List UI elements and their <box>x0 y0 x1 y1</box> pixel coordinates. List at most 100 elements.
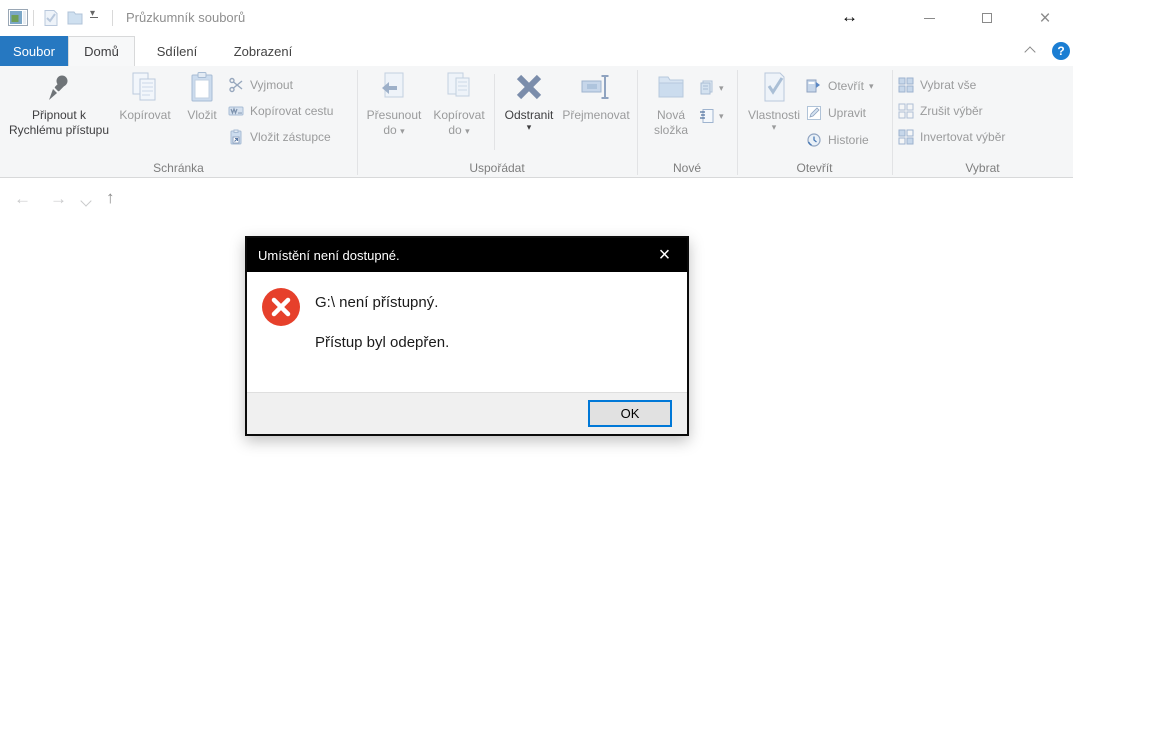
dropdown-caret-icon: ▾ <box>719 83 724 93</box>
edit-button[interactable]: Upravit <box>806 99 874 126</box>
new-folder-button[interactable]: Nová složka <box>645 70 697 138</box>
group-open: Vlastnosti ▾ Otevřít ▾ Upravit Historie … <box>737 66 892 178</box>
tab-label: Domů <box>84 44 119 59</box>
tab-label: Sdílení <box>156 43 198 59</box>
copy-path-button[interactable]: Kopírovat cestu <box>228 98 333 124</box>
button-label: Odstranit <box>504 108 554 122</box>
rename-button[interactable]: Přejmenovat <box>558 70 634 123</box>
qat-folder-icon[interactable] <box>66 9 84 27</box>
error-dialog: Umístění není dostupné. × G:\ není příst… <box>245 236 689 436</box>
dropdown-caret-icon: ▾ <box>526 122 532 132</box>
help-button[interactable]: ? <box>1052 42 1070 60</box>
button-label: Kopírovat do <box>433 108 485 137</box>
dropdown-caret-icon: ▾ <box>400 126 405 136</box>
collapse-ribbon-button[interactable] <box>1024 44 1044 58</box>
history-button[interactable]: Historie <box>806 126 874 153</box>
tab-label: Soubor <box>13 43 55 59</box>
tab-file[interactable]: Soubor <box>0 36 68 66</box>
ok-button[interactable]: OK <box>588 400 672 427</box>
button-label: Invertovat výběr <box>920 130 1006 144</box>
button-label: Přesunout do <box>366 108 422 137</box>
group-organize: Přesunout do ▾ Kopírovat do ▾ Odstranit … <box>357 66 637 178</box>
rename-icon <box>581 75 609 99</box>
select-none-icon <box>898 103 914 119</box>
error-icon <box>262 288 300 326</box>
dropdown-caret-icon: ▾ <box>465 126 470 136</box>
edit-icon <box>807 105 821 120</box>
pin-to-quick-access-button[interactable]: Připnout k Rychlému přístupu <box>6 70 112 138</box>
button-label: Kopírovat cestu <box>250 104 334 118</box>
select-all-button[interactable]: Vybrat vše <box>898 72 1005 98</box>
copy-icon <box>132 72 156 101</box>
ribbon: Připnout k Rychlému přístupu Kopírovat V… <box>0 66 1073 178</box>
dialog-message-line1: G:\ není přístupný. <box>315 294 439 311</box>
delete-button[interactable]: Odstranit ▾ <box>500 70 558 132</box>
forward-button[interactable]: → <box>50 189 67 209</box>
chevron-down-icon: ▾ <box>90 8 96 19</box>
delete-x-icon <box>516 74 542 100</box>
qat-customize-button[interactable]: ▾ <box>90 8 98 19</box>
horizontal-resize-cursor-icon: ↔ <box>841 7 858 26</box>
help-icon: ? <box>1057 44 1065 58</box>
scissors-icon <box>229 77 243 93</box>
button-label: Upravit <box>828 105 867 120</box>
pushpin-icon <box>49 75 68 100</box>
paste-button[interactable]: Vložit <box>178 70 226 123</box>
copy-to-button[interactable]: Kopírovat do ▾ <box>426 70 492 138</box>
paste-shortcut-icon <box>230 129 242 145</box>
tab-view[interactable]: Zobrazení <box>219 36 307 66</box>
button-label: Připnout k Rychlému přístupu <box>8 108 110 137</box>
new-folder-icon <box>658 76 684 98</box>
back-arrow-icon: ← <box>14 189 31 208</box>
button-label: Vložit zástupce <box>250 130 331 144</box>
easy-access-button[interactable]: ▾ <box>699 74 724 102</box>
group-label-open: Otevřít <box>796 161 833 175</box>
new-item-button[interactable]: ▾ <box>699 102 724 130</box>
qat-properties-icon[interactable] <box>42 9 60 27</box>
open-icon <box>806 79 820 92</box>
group-label-select: Vybrat <box>965 161 1000 175</box>
dialog-close-button[interactable]: × <box>642 238 687 272</box>
ribbon-tab-row: Soubor Domů Sdílení Zobrazení ? <box>0 36 1073 66</box>
group-label-organize: Uspořádat <box>469 161 525 175</box>
properties-button[interactable]: Vlastnosti ▾ <box>744 70 804 132</box>
up-button[interactable]: ↑ <box>106 188 115 208</box>
navigation-bar: ← → ↑ × <box>0 178 1073 394</box>
dialog-title-bar: Umístění není dostupné. × <box>247 238 687 272</box>
recent-locations-button[interactable] <box>80 194 92 208</box>
button-label: Vložit <box>187 108 217 122</box>
chevron-up-icon <box>1024 46 1036 58</box>
tab-share[interactable]: Sdílení <box>135 36 219 66</box>
close-icon: × <box>1039 7 1051 29</box>
maximize-button[interactable] <box>964 0 1010 36</box>
select-none-button[interactable]: Zrušit výběr <box>898 98 1005 124</box>
copy-button[interactable]: Kopírovat <box>114 70 176 123</box>
chevron-down-icon <box>80 195 92 207</box>
app-icon <box>8 9 28 26</box>
move-to-button[interactable]: Přesunout do ▾ <box>362 70 426 138</box>
clipboard-small-buttons: Vyjmout Kopírovat cestu Vložit zástupce <box>228 72 333 150</box>
button-label: Historie <box>828 132 869 147</box>
minimize-button[interactable] <box>906 0 952 36</box>
history-icon <box>807 132 821 147</box>
minimize-icon <box>923 17 935 19</box>
button-label: Nová složka <box>653 108 688 137</box>
cut-button[interactable]: Vyjmout <box>228 72 333 98</box>
invert-selection-button[interactable]: Invertovat výběr <box>898 124 1005 150</box>
maximize-icon <box>982 13 992 23</box>
copy-to-icon <box>447 72 470 97</box>
paste-shortcut-button[interactable]: Vložit zástupce <box>228 124 333 150</box>
close-icon: × <box>658 243 671 266</box>
dialog-footer: OK <box>247 392 687 434</box>
title-bar: ▾ Průzkumník souborů ↔ × <box>0 0 1073 36</box>
back-button[interactable]: ← <box>14 189 31 209</box>
paste-icon <box>191 72 213 102</box>
move-to-icon <box>382 72 404 98</box>
button-label: Přejmenovat <box>562 108 630 122</box>
invert-selection-icon <box>898 129 914 145</box>
dropdown-caret-icon: ▾ <box>869 80 874 91</box>
close-button[interactable]: × <box>1022 0 1068 36</box>
titlebar-separator <box>33 10 34 26</box>
open-button[interactable]: Otevřít ▾ <box>806 72 874 99</box>
tab-home[interactable]: Domů <box>68 36 135 66</box>
